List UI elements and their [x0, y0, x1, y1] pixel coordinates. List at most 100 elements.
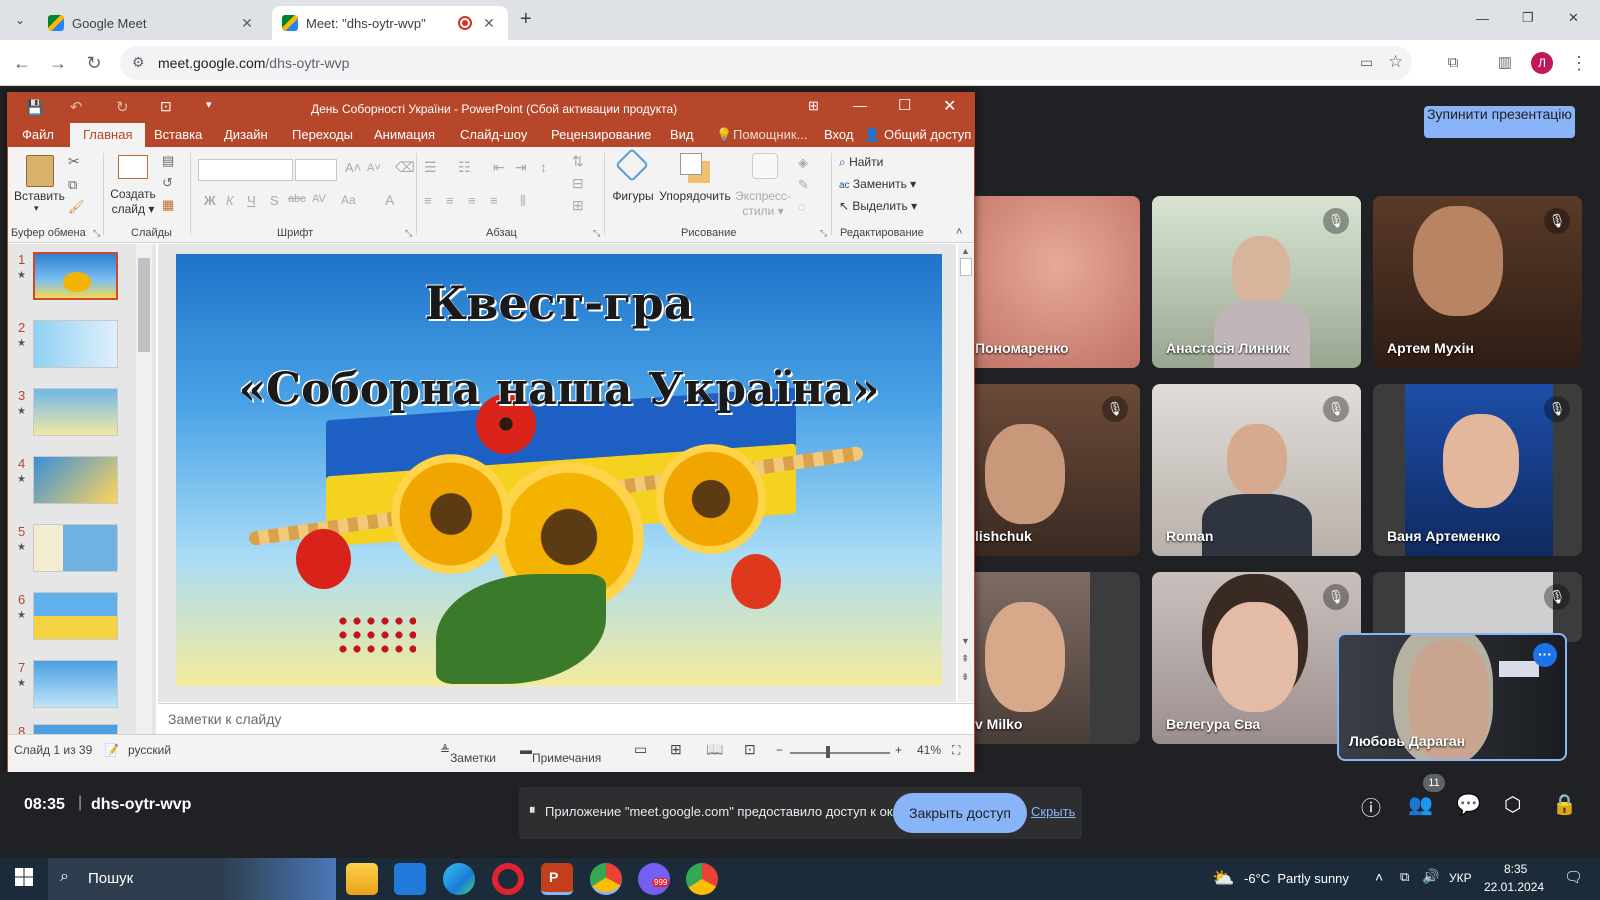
- text-direction-icon[interactable]: ⇅: [572, 153, 584, 170]
- italic-icon[interactable]: К: [226, 193, 234, 208]
- camera-indicator-icon[interactable]: ▭: [1360, 54, 1373, 71]
- tab-search-button[interactable]: ⌄: [8, 8, 32, 32]
- shapes-button[interactable]: Фигуры: [608, 189, 658, 203]
- close-tab-icon[interactable]: ✕: [238, 15, 256, 32]
- minimize-window-button[interactable]: —: [1476, 11, 1489, 26]
- zoom-in-icon[interactable]: +: [895, 743, 902, 757]
- clock-date[interactable]: 22.01.2024: [1484, 880, 1544, 894]
- chrome-icon[interactable]: [686, 863, 718, 895]
- columns-icon[interactable]: ⫼: [520, 193, 526, 209]
- replace-button[interactable]: ac Заменить ▾: [839, 177, 916, 191]
- slide-thumbnail-1[interactable]: [33, 252, 118, 300]
- slide-thumbnail-2[interactable]: [33, 320, 118, 368]
- slide-title-line2[interactable]: «Соборна наша Україна»: [176, 364, 942, 415]
- participant-tile[interactable]: 🎙 Анастасія Линник: [1152, 196, 1361, 368]
- tab-home[interactable]: Главная: [70, 123, 146, 147]
- shrink-font-icon[interactable]: A˅: [367, 162, 381, 174]
- notes-pane[interactable]: Заметки к слайду: [158, 703, 974, 733]
- next-slide-icon[interactable]: ⇟: [961, 672, 969, 683]
- change-case-icon[interactable]: Aa: [341, 193, 356, 207]
- scroll-up-icon[interactable]: ▲: [961, 246, 970, 256]
- tab-transitions[interactable]: Переходы: [292, 127, 353, 142]
- zoom-out-icon[interactable]: −: [776, 743, 783, 757]
- notes-toggle[interactable]: ≜ Заметки: [440, 743, 496, 765]
- chat-icon[interactable]: 💬: [1456, 792, 1481, 817]
- font-launcher-icon[interactable]: ⤡: [405, 228, 412, 239]
- paste-icon[interactable]: [26, 155, 54, 187]
- tab-insert[interactable]: Вставка: [154, 127, 202, 142]
- bold-icon[interactable]: Ж: [204, 193, 216, 208]
- slide-thumbnail-6[interactable]: [33, 592, 118, 640]
- zoom-slider[interactable]: [790, 752, 890, 754]
- sign-in-link[interactable]: Вход: [824, 127, 853, 142]
- paste-dropdown-icon[interactable]: ▾: [34, 203, 39, 214]
- zoom-level[interactable]: 41%: [917, 743, 941, 757]
- slide-scroll-thumb[interactable]: [960, 258, 972, 276]
- slide-canvas[interactable]: Квест-гра «Соборна наша Україна»: [176, 254, 942, 686]
- show-hidden-icons[interactable]: ˄: [1375, 869, 1383, 885]
- smartart-icon[interactable]: ⊞: [572, 197, 584, 214]
- file-explorer-icon[interactable]: [346, 863, 378, 895]
- previous-slide-icon[interactable]: ⇞: [961, 654, 969, 665]
- paragraph-launcher-icon[interactable]: ⤡: [593, 228, 600, 239]
- bullets-icon[interactable]: ☰: [424, 159, 437, 176]
- restore-window-button[interactable]: ❐: [1522, 10, 1534, 26]
- profile-avatar[interactable]: Л: [1531, 52, 1553, 74]
- shape-fill-icon[interactable]: ◈: [798, 155, 808, 171]
- quick-styles-button[interactable]: Экспресс-стили ▾: [733, 189, 793, 219]
- arrange-button[interactable]: Упорядочить: [658, 189, 732, 203]
- section-icon[interactable]: ▦: [162, 197, 174, 213]
- slide-thumbnail-5[interactable]: [33, 524, 118, 572]
- new-slide-button[interactable]: Создать слайд ▾: [108, 187, 158, 217]
- mail-icon[interactable]: [394, 863, 426, 895]
- ppt-minimize-button[interactable]: —: [853, 97, 867, 113]
- tab-slideshow[interactable]: Слайд-шоу: [460, 127, 527, 142]
- tab-meet-active[interactable]: Meet: "dhs-oytr-wvp" ✕: [272, 6, 508, 40]
- more-options-icon[interactable]: ···: [1533, 643, 1557, 667]
- opera-icon[interactable]: [492, 863, 524, 895]
- shape-effects-icon[interactable]: ◌: [798, 199, 806, 214]
- tell-me-input[interactable]: Помощник...: [733, 127, 807, 142]
- arrange-icon[interactable]: [680, 153, 702, 175]
- shadow-icon[interactable]: S: [270, 193, 279, 208]
- scroll-down-icon[interactable]: ▼: [961, 636, 970, 646]
- layout-icon[interactable]: ▤: [162, 153, 174, 169]
- reset-icon[interactable]: ↺: [162, 175, 173, 191]
- participant-tile[interactable]: v Milko: [975, 572, 1140, 744]
- tab-view[interactable]: Вид: [670, 127, 694, 142]
- comments-toggle[interactable]: ▬ Примечания: [520, 743, 601, 765]
- paste-button[interactable]: Вставить: [14, 189, 65, 203]
- more-menu-icon[interactable]: ⋮: [1566, 50, 1592, 76]
- ribbon-display-options-icon[interactable]: ⊞: [808, 98, 819, 114]
- address-bar[interactable]: ⚙ meet.google.com/dhs-oytr-wvp ▭ ☆: [120, 46, 1412, 80]
- close-tab-icon[interactable]: ✕: [480, 15, 498, 32]
- notifications-icon[interactable]: 🗨: [1564, 868, 1583, 886]
- tab-review[interactable]: Рецензирование: [551, 127, 651, 142]
- participant-tile[interactable]: 🎙 Велегура Єва: [1152, 572, 1361, 744]
- tab-animations[interactable]: Анимация: [374, 127, 435, 142]
- people-icon[interactable]: 👥: [1408, 792, 1433, 817]
- windows-start-icon[interactable]: [15, 868, 33, 886]
- format-painter-icon[interactable]: 🖌: [68, 199, 85, 215]
- collapse-ribbon-icon[interactable]: ˄: [956, 226, 962, 238]
- back-arrow-icon[interactable]: ←: [9, 50, 35, 76]
- site-info-icon[interactable]: ⚙: [132, 54, 145, 71]
- powerpoint-taskbar-icon[interactable]: P: [541, 863, 573, 895]
- justify-icon[interactable]: ≡: [490, 193, 498, 208]
- clock-time[interactable]: 8:35: [1504, 862, 1527, 876]
- bookmark-star-icon[interactable]: ☆: [1388, 52, 1403, 72]
- network-icon[interactable]: ⧉: [1400, 869, 1409, 885]
- customize-toolbar-icon[interactable]: ▾: [206, 98, 212, 111]
- participant-tile[interactable]: Пономаренко: [975, 196, 1140, 368]
- presentation-from-start-icon[interactable]: ⊡: [160, 98, 172, 115]
- line-spacing-icon[interactable]: ↕: [540, 159, 547, 175]
- reload-icon[interactable]: ↻: [81, 50, 107, 76]
- grow-font-icon[interactable]: A˄: [345, 160, 361, 175]
- meeting-details-icon[interactable]: ⓘ: [1361, 792, 1381, 821]
- select-button[interactable]: ↖ Выделить ▾: [839, 199, 917, 213]
- thumbnails-scrollbar[interactable]: [136, 244, 152, 736]
- align-left-icon[interactable]: ≡: [424, 193, 432, 208]
- forward-arrow-icon[interactable]: →: [45, 50, 71, 76]
- extensions-icon[interactable]: ⧉: [1440, 50, 1466, 76]
- tell-me-lightbulb-icon[interactable]: 💡: [716, 127, 732, 143]
